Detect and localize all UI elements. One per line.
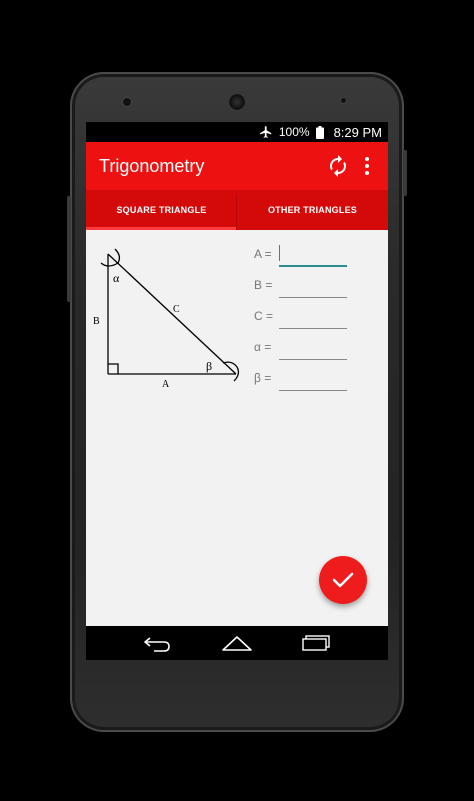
field-b-underline: [279, 297, 347, 298]
field-beta-label: β =: [254, 371, 272, 385]
airplane-icon: [260, 126, 272, 138]
refresh-icon[interactable]: [326, 154, 350, 178]
field-beta[interactable]: β =: [254, 366, 384, 397]
input-fields: A = B = C = α = β =: [254, 242, 384, 397]
earpiece-speaker: [228, 93, 246, 111]
tab-other-triangles[interactable]: OTHER TRIANGLES: [237, 190, 388, 230]
triangle-diagram: α β C B A: [93, 248, 240, 390]
field-a-underline: [279, 265, 347, 267]
side-c-label: C: [173, 304, 180, 315]
recents-icon[interactable]: [301, 634, 331, 652]
field-a[interactable]: A =: [254, 242, 384, 273]
screen: 100% 8:29 PM Trigonometry SQUARE TRIANGL…: [86, 122, 388, 660]
field-alpha-label: α =: [254, 340, 272, 354]
tab-label: SQUARE TRIANGLE: [116, 205, 207, 215]
calculate-button[interactable]: [319, 556, 367, 604]
battery-icon: [315, 125, 324, 139]
field-alpha-underline: [279, 359, 347, 360]
nav-bar: [86, 626, 388, 660]
field-beta-underline: [279, 390, 347, 391]
home-icon[interactable]: [221, 635, 253, 651]
right-angle-mark: [108, 363, 119, 374]
alpha-label: α: [113, 271, 120, 285]
alpha-arc: [100, 248, 121, 267]
battery-percent: 100%: [278, 125, 310, 139]
side-a-label: A: [162, 379, 170, 390]
more-vert-icon[interactable]: [362, 156, 372, 176]
app-title: Trigonometry: [99, 156, 205, 176]
tab-bar: SQUARE TRIANGLE OTHER TRIANGLES: [86, 190, 388, 230]
sensor: [340, 97, 347, 104]
volume-button: [403, 150, 407, 196]
field-c-label: C =: [254, 309, 274, 323]
side-c-line: [107, 253, 237, 375]
field-c-underline: [279, 328, 347, 329]
field-c[interactable]: C =: [254, 304, 384, 335]
field-b[interactable]: B =: [254, 273, 384, 304]
field-alpha[interactable]: α =: [254, 335, 384, 366]
field-b-label: B =: [254, 278, 273, 292]
power-button: [67, 196, 71, 302]
app-bar: Trigonometry: [86, 142, 388, 190]
back-icon[interactable]: [142, 635, 172, 653]
front-camera: [122, 97, 132, 107]
field-a-label: A =: [254, 247, 272, 261]
tab-square-triangle[interactable]: SQUARE TRIANGLE: [86, 190, 237, 230]
beta-label: β: [206, 359, 212, 373]
side-b-label: B: [93, 316, 100, 327]
beta-arc: [222, 361, 240, 382]
check-icon: [332, 572, 354, 588]
tab-label: OTHER TRIANGLES: [267, 205, 357, 215]
status-bar: 100% 8:29 PM: [86, 122, 388, 142]
status-time: 8:29 PM: [333, 124, 382, 140]
text-cursor: [279, 245, 280, 261]
